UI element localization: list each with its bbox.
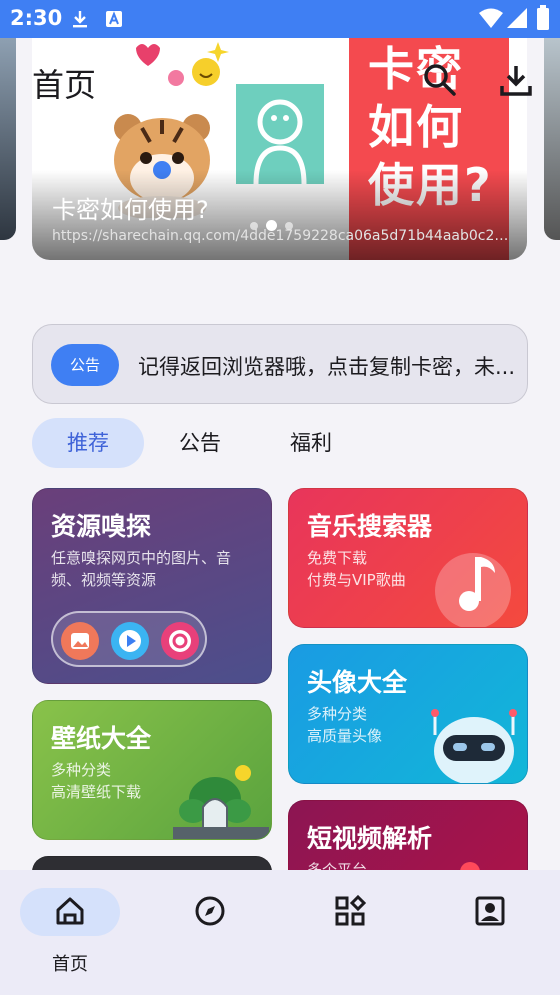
- download-icon[interactable]: [496, 60, 536, 100]
- banner-avatar-image: [236, 84, 324, 185]
- notice-bar[interactable]: 公告 记得返回浏览器哦，点击复制卡密，未...: [32, 324, 528, 404]
- card-title: 头像大全: [307, 668, 408, 697]
- bottom-navigation: 首页: [0, 870, 560, 995]
- signal-icon: [507, 8, 527, 28]
- music-note-icon: [435, 553, 511, 627]
- card-title: 壁纸大全: [51, 724, 152, 753]
- tab-welfare[interactable]: 福利: [255, 418, 367, 468]
- nav-label: 首页: [52, 954, 88, 975]
- card-title: 资源嗅探: [51, 512, 152, 541]
- media-type-pill: [51, 611, 207, 667]
- music-disc-icon: [161, 622, 199, 660]
- card-music-search[interactable]: 音乐搜索器 免费下载 付费与VIP歌曲: [288, 488, 528, 628]
- card-subtitle: 付费与VIP歌曲: [307, 571, 406, 589]
- card-wallpaper-collection[interactable]: 壁纸大全 多种分类 高清壁纸下载: [32, 700, 272, 840]
- banner-dot-active: [266, 220, 277, 231]
- card-avatar-collection[interactable]: 头像大全 多种分类 高质量头像: [288, 644, 528, 784]
- download-icon: [73, 11, 87, 28]
- tab-recommend[interactable]: 推荐: [32, 418, 144, 468]
- compass-icon: [195, 896, 225, 926]
- garden-arch-icon: [173, 765, 269, 839]
- status-time: 2:30: [10, 6, 63, 30]
- card-resource-sniff[interactable]: 资源嗅探 任意嗅探网页中的图片、音 频、视频等资源: [32, 488, 272, 684]
- nav-item-profile[interactable]: [440, 886, 540, 986]
- banner-dot: [285, 221, 293, 230]
- card-subtitle: 免费下载: [307, 549, 368, 567]
- card-title: 音乐搜索器: [307, 512, 433, 541]
- banner-prev-peek[interactable]: [0, 38, 16, 240]
- card-subtitle: 多种分类: [307, 705, 368, 723]
- status-bar: 2:30: [0, 0, 560, 38]
- video-play-icon: [111, 622, 149, 660]
- card-title: 短视频解析: [307, 824, 433, 853]
- banner-next-peek[interactable]: [544, 38, 560, 240]
- banner-title: 卡密如何使用?: [52, 196, 209, 224]
- nav-item-discover[interactable]: [160, 886, 260, 986]
- home-icon: [56, 897, 84, 925]
- tab-notice[interactable]: 公告: [144, 418, 256, 468]
- card-subtitle: 高清壁纸下载: [51, 783, 142, 801]
- search-icon[interactable]: [420, 60, 460, 100]
- nav-item-home[interactable]: 首页: [20, 886, 120, 986]
- card-subtitle: 频、视频等资源: [51, 571, 157, 589]
- page-title: 首页: [32, 66, 97, 104]
- a-letter-icon: [106, 11, 122, 27]
- robot-icon: [431, 709, 517, 783]
- apps-icon: [335, 895, 366, 926]
- notice-text: 记得返回浏览器哦，点击复制卡密，未...: [138, 355, 516, 379]
- banner-dot: [250, 221, 258, 230]
- image-icon: [61, 622, 99, 660]
- wifi-icon: [479, 8, 503, 28]
- banner-indicator: [250, 220, 293, 231]
- card-subtitle: 任意嗅探网页中的图片、音: [51, 549, 232, 567]
- card-subtitle: 多种分类: [51, 761, 112, 779]
- profile-icon: [475, 896, 505, 926]
- notice-chip: 公告: [51, 344, 119, 386]
- nav-item-apps[interactable]: [300, 886, 400, 986]
- sticker-illustration: [136, 42, 229, 86]
- card-subtitle: 高质量头像: [307, 727, 383, 745]
- battery-icon: [537, 5, 549, 30]
